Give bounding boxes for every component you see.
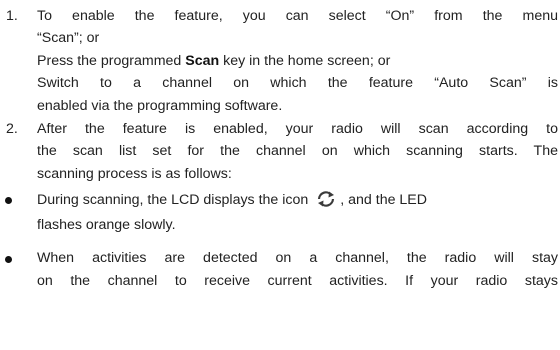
bullet-1-marker [5,197,12,204]
bullet-2-line-1: When activities are detected on a channe… [37,250,558,266]
step-1-number: 1. [6,8,18,24]
bullet-1-line-1: During scanning, the LCD displays the ic… [37,190,427,209]
press-suffix: key in the home screen; or [223,53,391,69]
press-prefix: Press the programmed [37,53,182,69]
bullet-1-prefix: During scanning, the LCD displays the ic… [37,192,309,208]
step-2-number: 2. [6,121,18,137]
step-1-line-1: To enable the feature, you can select “O… [37,8,558,24]
step-1-line-2: “Scan”; or [37,30,100,46]
step-1-switch-line-1: Switch to a channel on which the feature… [37,75,558,91]
step-1-press-line: Press the programmed Scan key in the hom… [37,52,390,70]
step-2-line-3: scanning process is as follows: [37,166,232,182]
scan-key-label: Scan [185,53,220,69]
step-2-line-1: After the feature is enabled, your radio… [37,121,558,137]
step-2-line-2: the scan list set for the channel on whi… [37,143,558,159]
bullet-2-line-2: on the channel to receive current activi… [37,273,558,289]
step-1-switch-line-2: enabled via the programming software. [37,98,283,114]
bullet-1-suffix: , and the LED [340,192,428,208]
bullet-1-line-2: flashes orange slowly. [37,217,176,233]
bullet-2-marker [5,256,12,263]
scan-icon [318,191,335,207]
